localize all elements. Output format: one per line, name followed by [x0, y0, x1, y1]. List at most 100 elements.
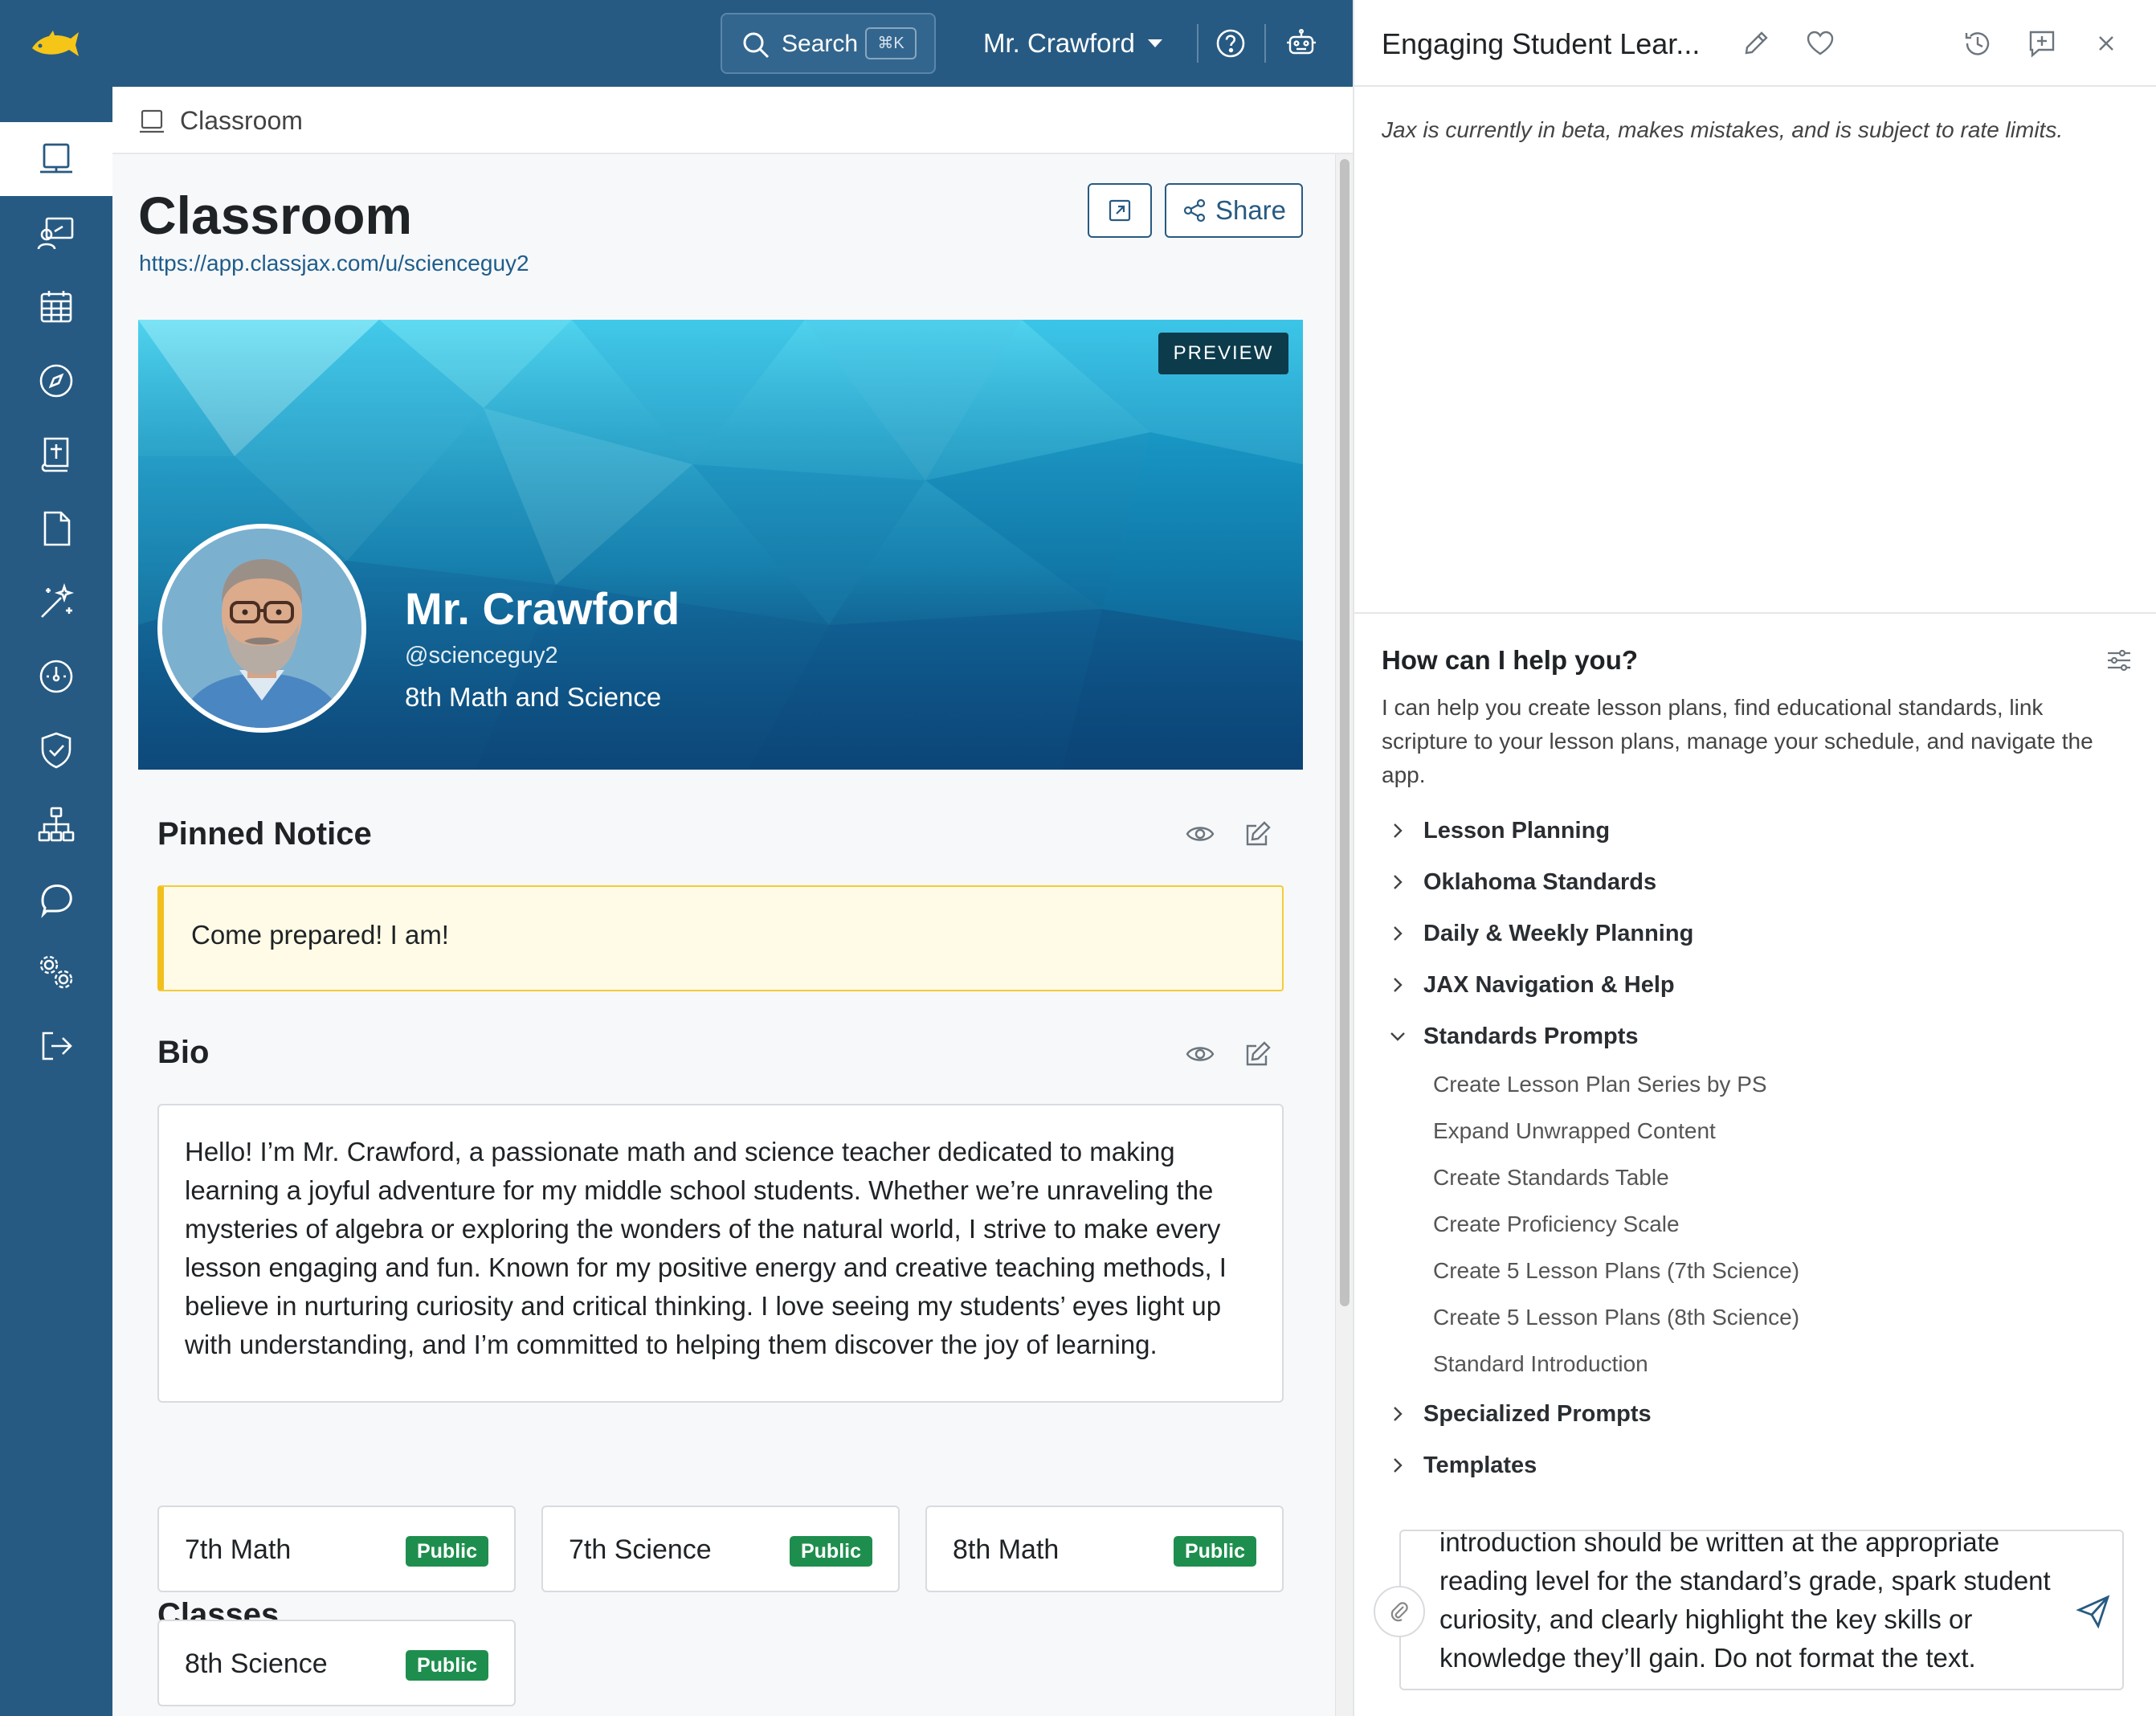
nav-dashboard[interactable] — [0, 639, 112, 713]
scrollbar-thumb[interactable] — [1340, 159, 1350, 1306]
new-chat-icon[interactable] — [2026, 27, 2058, 59]
magic-wand-icon — [41, 582, 75, 618]
settings-gears-icon — [39, 955, 73, 989]
class-card-8th-science[interactable]: 8th Science Public — [157, 1620, 516, 1706]
page-title: Classroom — [138, 186, 413, 245]
class-card-7th-science[interactable]: 7th Science Public — [541, 1506, 900, 1592]
chevron-down-icon — [1390, 1032, 1405, 1041]
public-badge: Public — [405, 1650, 488, 1681]
share-button[interactable]: Share — [1165, 183, 1303, 238]
classroom-icon — [140, 109, 164, 133]
divider — [1354, 612, 2156, 614]
open-external-button[interactable] — [1088, 183, 1152, 238]
public-badge: Public — [789, 1536, 872, 1567]
chevron-right-icon — [1394, 978, 1403, 992]
nav-organization[interactable] — [0, 787, 112, 861]
divider — [1197, 24, 1198, 63]
history-icon[interactable] — [1962, 27, 1994, 59]
prompt-item[interactable]: Create 5 Lesson Plans (7th Science) — [1433, 1256, 1799, 1285]
prompt-item[interactable]: Expand Unwrapped Content — [1433, 1117, 1716, 1146]
user-menu[interactable]: Mr. Crawford — [983, 27, 1162, 59]
top-bar: Search ⌘K Mr. Crawford — [0, 0, 1353, 87]
category-daily-weekly-planning[interactable]: Daily & Weekly Planning — [1386, 917, 1693, 950]
chevron-right-icon — [1394, 1407, 1403, 1421]
edit-icon[interactable] — [1242, 818, 1274, 850]
org-chart-icon — [38, 807, 75, 842]
prompt-item[interactable]: Create 5 Lesson Plans (8th Science) — [1433, 1303, 1799, 1332]
profile-banner: PREVIEW Mr. Crawford @scienceguy2 8th Ma… — [138, 320, 1303, 770]
teacher-name: Mr. Crawford — [405, 583, 680, 634]
breadcrumb-label[interactable]: Classroom — [180, 106, 303, 135]
prompt-item[interactable]: Create Lesson Plan Series by PS — [1433, 1070, 1767, 1099]
nav-security[interactable] — [0, 713, 112, 787]
prompt-item[interactable]: Standard Introduction — [1433, 1350, 1648, 1379]
nav-bible[interactable] — [0, 418, 112, 492]
teacher-avatar[interactable] — [157, 524, 366, 733]
category-jax-navigation-help[interactable]: JAX Navigation & Help — [1386, 969, 1675, 1001]
jax-assistant-panel: Engaging Student Lear... Jax is currentl… — [1353, 0, 2156, 1716]
classroom-url-link[interactable]: https://app.classjax.com/u/scienceguy2 — [139, 249, 529, 278]
teacher-icon — [37, 217, 74, 250]
nav-documents[interactable] — [0, 492, 112, 566]
jax-message-input[interactable]: introduction should be written at the ap… — [1399, 1530, 2124, 1690]
bio-text: Hello! I’m Mr. Crawford, a passionate ma… — [185, 1137, 1227, 1359]
gauge-icon — [39, 660, 73, 693]
robot-icon[interactable] — [1285, 27, 1317, 59]
user-name: Mr. Crawford — [983, 28, 1135, 58]
category-templates[interactable]: Templates — [1386, 1449, 1537, 1481]
attach-button[interactable] — [1374, 1586, 1425, 1637]
edit-icon[interactable] — [1242, 1038, 1274, 1070]
nav-teacher[interactable] — [0, 196, 112, 270]
eye-icon[interactable] — [1184, 818, 1216, 850]
nav-calendar[interactable] — [0, 270, 112, 344]
pinned-notice-box: Come prepared! I am! — [157, 885, 1284, 991]
calendar-icon — [40, 291, 72, 323]
help-icon[interactable] — [1215, 27, 1247, 59]
prompt-item[interactable]: Create Standards Table — [1433, 1163, 1669, 1192]
nav-logout[interactable] — [0, 1009, 112, 1083]
class-name: 8th Science — [185, 1649, 328, 1679]
nav-magic[interactable] — [0, 566, 112, 639]
jax-panel-header: Engaging Student Lear... — [1354, 0, 2156, 87]
prompt-item[interactable]: Create Proficiency Scale — [1433, 1210, 1680, 1239]
paperclip-icon — [1390, 1602, 1408, 1622]
breadcrumb: Classroom — [112, 87, 1353, 154]
category-specialized-prompts[interactable]: Specialized Prompts — [1386, 1398, 1652, 1430]
category-oklahoma-standards[interactable]: Oklahoma Standards — [1386, 866, 1656, 898]
beta-notice: Jax is currently in beta, makes mistakes… — [1382, 117, 2064, 142]
class-name: 7th Math — [185, 1534, 292, 1565]
search-button[interactable]: Search ⌘K — [721, 13, 936, 74]
class-card-7th-math[interactable]: 7th Math Public — [157, 1506, 516, 1592]
preview-badge: PREVIEW — [1158, 333, 1288, 374]
classroom-icon — [40, 143, 72, 174]
send-icon[interactable] — [2074, 1592, 2113, 1631]
avatar-portrait — [162, 529, 361, 728]
close-icon[interactable] — [2090, 27, 2122, 59]
classjax-logo-icon[interactable] — [29, 24, 80, 63]
left-navigation — [0, 87, 112, 1716]
pencil-icon[interactable] — [1740, 27, 1772, 59]
category-standards-prompts[interactable]: Standards Prompts — [1386, 1020, 1639, 1052]
help-title: How can I help you? — [1382, 645, 1639, 675]
public-badge: Public — [1173, 1536, 1256, 1567]
category-label: Lesson Planning — [1423, 818, 1611, 844]
nav-settings[interactable] — [0, 935, 112, 1009]
search-label: Search — [782, 31, 859, 57]
nav-explore[interactable] — [0, 344, 112, 418]
nav-classroom[interactable] — [0, 122, 112, 196]
eye-icon[interactable] — [1184, 1038, 1216, 1070]
heart-icon[interactable] — [1804, 27, 1836, 59]
category-lesson-planning[interactable]: Lesson Planning — [1386, 815, 1610, 847]
chevron-right-icon — [1394, 926, 1403, 941]
external-link-icon — [1109, 199, 1131, 222]
shield-check-icon — [41, 732, 71, 769]
pinned-notice-title: Pinned Notice — [157, 816, 372, 852]
help-description: I can help you create lesson plans, find… — [1382, 695, 2093, 787]
nav-jax[interactable] — [0, 861, 112, 935]
logout-icon — [42, 1032, 72, 1060]
main-scrollbar[interactable] — [1335, 154, 1353, 1716]
main-content: Classroom https://app.classjax.com/u/sci… — [112, 154, 1335, 1716]
sliders-icon[interactable] — [2105, 646, 2134, 675]
class-card-8th-math[interactable]: 8th Math Public — [925, 1506, 1284, 1592]
chevron-right-icon — [1394, 823, 1403, 838]
